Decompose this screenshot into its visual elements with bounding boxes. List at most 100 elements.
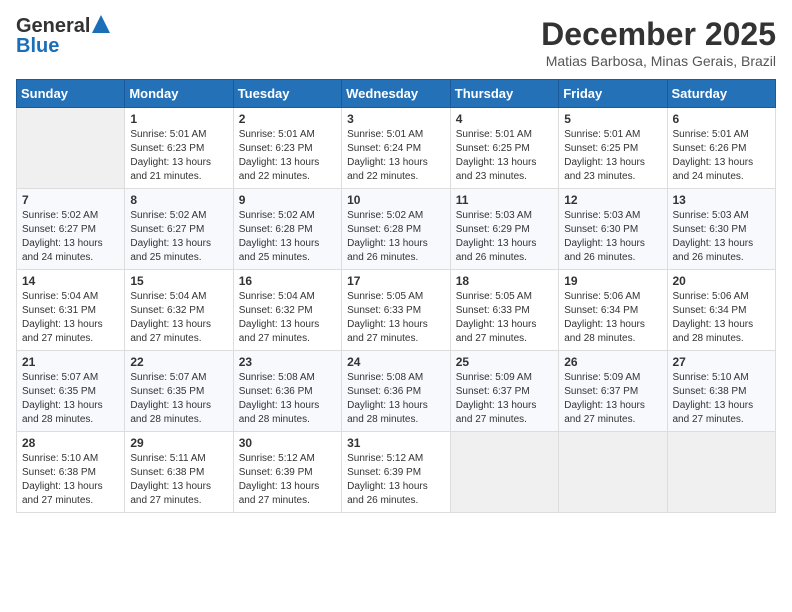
day-info: Sunrise: 5:05 AM Sunset: 6:33 PM Dayligh… bbox=[347, 290, 445, 346]
day-number: 11 bbox=[456, 193, 553, 207]
day-number: 28 bbox=[22, 436, 119, 450]
weekday-header: Tuesday bbox=[233, 80, 341, 108]
calendar-week-row: 14 Sunrise: 5:04 AM Sunset: 6:31 PM Dayli… bbox=[17, 270, 776, 351]
day-number: 19 bbox=[564, 274, 661, 288]
calendar-week-row: 1 Sunrise: 5:01 AM Sunset: 6:23 PM Daylig… bbox=[17, 108, 776, 189]
calendar-day-cell: 25Sunrise: 5:09 AM Sunset: 6:37 PM Dayli… bbox=[450, 351, 558, 432]
day-number: 22 bbox=[130, 355, 227, 369]
calendar-day-cell: 15Sunrise: 5:04 AM Sunset: 6:32 PM Dayli… bbox=[125, 270, 233, 351]
calendar-day-cell: 14 Sunrise: 5:04 AM Sunset: 6:31 PM Dayli… bbox=[17, 270, 125, 351]
calendar-day-cell: 31 Sunrise: 5:12 AM Sunset: 6:39 PM Dayli… bbox=[342, 432, 451, 513]
calendar-day-cell: 24 Sunrise: 5:08 AM Sunset: 6:36 PM Dayli… bbox=[342, 351, 451, 432]
calendar-day-cell: 4 Sunrise: 5:01 AM Sunset: 6:25 PM Daylig… bbox=[450, 108, 558, 189]
calendar-day-cell: 7Sunrise: 5:02 AM Sunset: 6:27 PM Daylig… bbox=[17, 189, 125, 270]
calendar-day-cell bbox=[17, 108, 125, 189]
day-number: 12 bbox=[564, 193, 661, 207]
calendar-day-cell: 22 Sunrise: 5:07 AM Sunset: 6:35 PM Dayli… bbox=[125, 351, 233, 432]
calendar-day-cell: 28 Sunrise: 5:10 AM Sunset: 6:38 PM Dayli… bbox=[17, 432, 125, 513]
day-info: Sunrise: 5:11 AM Sunset: 6:38 PM Dayligh… bbox=[130, 452, 227, 508]
day-info: Sunrise: 5:03 AM Sunset: 6:29 PM Dayligh… bbox=[456, 209, 553, 265]
calendar-week-row: 7Sunrise: 5:02 AM Sunset: 6:27 PM Daylig… bbox=[17, 189, 776, 270]
day-info: Sunrise: 5:02 AM Sunset: 6:27 PM Dayligh… bbox=[130, 209, 227, 265]
day-number: 27 bbox=[673, 355, 771, 369]
calendar-day-cell: 21 Sunrise: 5:07 AM Sunset: 6:35 PM Dayli… bbox=[17, 351, 125, 432]
day-info: Sunrise: 5:12 AM Sunset: 6:39 PM Dayligh… bbox=[347, 452, 445, 508]
day-info: Sunrise: 5:04 AM Sunset: 6:31 PM Dayligh… bbox=[22, 290, 119, 346]
day-info: Sunrise: 5:07 AM Sunset: 6:35 PM Dayligh… bbox=[22, 371, 119, 427]
day-info: Sunrise: 5:02 AM Sunset: 6:27 PM Dayligh… bbox=[22, 209, 119, 265]
calendar-week-row: 21 Sunrise: 5:07 AM Sunset: 6:35 PM Dayli… bbox=[17, 351, 776, 432]
day-number: 21 bbox=[22, 355, 119, 369]
calendar-day-cell: 1Sunrise: 5:01 AM Sunset: 6:23 PM Daylig… bbox=[125, 108, 233, 189]
logo-general-text: General bbox=[16, 16, 90, 36]
day-info: Sunrise: 5:04 AM Sunset: 6:32 PM Dayligh… bbox=[239, 290, 336, 346]
calendar-table: SundayMondayTuesdayWednesdayThursdayFrid… bbox=[16, 79, 776, 513]
day-number: 20 bbox=[673, 274, 771, 288]
calendar-day-cell: 30 Sunrise: 5:12 AM Sunset: 6:39 PM Dayli… bbox=[233, 432, 341, 513]
day-number: 4 bbox=[456, 112, 553, 126]
day-number: 3 bbox=[347, 112, 445, 126]
day-info: Sunrise: 5:01 AM Sunset: 6:25 PM Dayligh… bbox=[456, 128, 553, 184]
day-info: Sunrise: 5:03 AM Sunset: 6:30 PM Dayligh… bbox=[564, 209, 661, 265]
day-number: 24 bbox=[347, 355, 445, 369]
day-number: 23 bbox=[239, 355, 336, 369]
day-info: Sunrise: 5:01 AM Sunset: 6:23 PM Dayligh… bbox=[239, 128, 336, 184]
calendar-day-cell: 8Sunrise: 5:02 AM Sunset: 6:27 PM Daylig… bbox=[125, 189, 233, 270]
day-info: Sunrise: 5:01 AM Sunset: 6:24 PM Dayligh… bbox=[347, 128, 445, 184]
day-info: Sunrise: 5:07 AM Sunset: 6:35 PM Dayligh… bbox=[130, 371, 227, 427]
day-info: Sunrise: 5:02 AM Sunset: 6:28 PM Dayligh… bbox=[347, 209, 445, 265]
calendar-day-cell: 12 Sunrise: 5:03 AM Sunset: 6:30 PM Dayli… bbox=[559, 189, 667, 270]
day-number: 31 bbox=[347, 436, 445, 450]
calendar-day-cell: 3 Sunrise: 5:01 AM Sunset: 6:24 PM Daylig… bbox=[342, 108, 451, 189]
calendar-header-row: SundayMondayTuesdayWednesdayThursdayFrid… bbox=[17, 80, 776, 108]
month-title: December 2025 bbox=[541, 16, 776, 53]
day-info: Sunrise: 5:05 AM Sunset: 6:33 PM Dayligh… bbox=[456, 290, 553, 346]
logo-blue-text: Blue bbox=[16, 36, 110, 56]
day-number: 26 bbox=[564, 355, 661, 369]
day-info: Sunrise: 5:01 AM Sunset: 6:26 PM Dayligh… bbox=[673, 128, 771, 184]
day-info: Sunrise: 5:08 AM Sunset: 6:36 PM Dayligh… bbox=[239, 371, 336, 427]
calendar-day-cell: 19 Sunrise: 5:06 AM Sunset: 6:34 PM Dayli… bbox=[559, 270, 667, 351]
day-info: Sunrise: 5:01 AM Sunset: 6:25 PM Dayligh… bbox=[564, 128, 661, 184]
calendar-day-cell: 18 Sunrise: 5:05 AM Sunset: 6:33 PM Dayli… bbox=[450, 270, 558, 351]
day-number: 30 bbox=[239, 436, 336, 450]
day-info: Sunrise: 5:03 AM Sunset: 6:30 PM Dayligh… bbox=[673, 209, 771, 265]
day-number: 5 bbox=[564, 112, 661, 126]
day-number: 6 bbox=[673, 112, 771, 126]
calendar-day-cell: 26 Sunrise: 5:09 AM Sunset: 6:37 PM Dayli… bbox=[559, 351, 667, 432]
logo: General Blue bbox=[16, 16, 110, 56]
day-info: Sunrise: 5:10 AM Sunset: 6:38 PM Dayligh… bbox=[22, 452, 119, 508]
calendar-day-cell: 9 Sunrise: 5:02 AM Sunset: 6:28 PM Daylig… bbox=[233, 189, 341, 270]
calendar-day-cell: 23 Sunrise: 5:08 AM Sunset: 6:36 PM Dayli… bbox=[233, 351, 341, 432]
calendar-day-cell: 5 Sunrise: 5:01 AM Sunset: 6:25 PM Daylig… bbox=[559, 108, 667, 189]
location-subtitle: Matias Barbosa, Minas Gerais, Brazil bbox=[541, 53, 776, 69]
calendar-day-cell: 29Sunrise: 5:11 AM Sunset: 6:38 PM Dayli… bbox=[125, 432, 233, 513]
calendar-day-cell bbox=[559, 432, 667, 513]
day-number: 13 bbox=[673, 193, 771, 207]
day-info: Sunrise: 5:08 AM Sunset: 6:36 PM Dayligh… bbox=[347, 371, 445, 427]
day-number: 10 bbox=[347, 193, 445, 207]
day-info: Sunrise: 5:09 AM Sunset: 6:37 PM Dayligh… bbox=[564, 371, 661, 427]
calendar-day-cell: 27Sunrise: 5:10 AM Sunset: 6:38 PM Dayli… bbox=[667, 351, 776, 432]
day-info: Sunrise: 5:06 AM Sunset: 6:34 PM Dayligh… bbox=[673, 290, 771, 346]
day-number: 16 bbox=[239, 274, 336, 288]
weekday-header: Friday bbox=[559, 80, 667, 108]
logo-icon bbox=[92, 15, 110, 33]
day-info: Sunrise: 5:12 AM Sunset: 6:39 PM Dayligh… bbox=[239, 452, 336, 508]
weekday-header: Monday bbox=[125, 80, 233, 108]
calendar-week-row: 28 Sunrise: 5:10 AM Sunset: 6:38 PM Dayli… bbox=[17, 432, 776, 513]
day-info: Sunrise: 5:06 AM Sunset: 6:34 PM Dayligh… bbox=[564, 290, 661, 346]
day-number: 15 bbox=[130, 274, 227, 288]
weekday-header: Wednesday bbox=[342, 80, 451, 108]
calendar-day-cell: 11 Sunrise: 5:03 AM Sunset: 6:29 PM Dayli… bbox=[450, 189, 558, 270]
day-number: 9 bbox=[239, 193, 336, 207]
calendar-day-cell: 13 Sunrise: 5:03 AM Sunset: 6:30 PM Dayli… bbox=[667, 189, 776, 270]
day-number: 1 bbox=[130, 112, 227, 126]
day-number: 14 bbox=[22, 274, 119, 288]
day-number: 18 bbox=[456, 274, 553, 288]
calendar-day-cell: 2Sunrise: 5:01 AM Sunset: 6:23 PM Daylig… bbox=[233, 108, 341, 189]
day-info: Sunrise: 5:02 AM Sunset: 6:28 PM Dayligh… bbox=[239, 209, 336, 265]
calendar-day-cell: 20 Sunrise: 5:06 AM Sunset: 6:34 PM Dayli… bbox=[667, 270, 776, 351]
calendar-day-cell: 10 Sunrise: 5:02 AM Sunset: 6:28 PM Dayli… bbox=[342, 189, 451, 270]
calendar-day-cell: 6 Sunrise: 5:01 AM Sunset: 6:26 PM Daylig… bbox=[667, 108, 776, 189]
